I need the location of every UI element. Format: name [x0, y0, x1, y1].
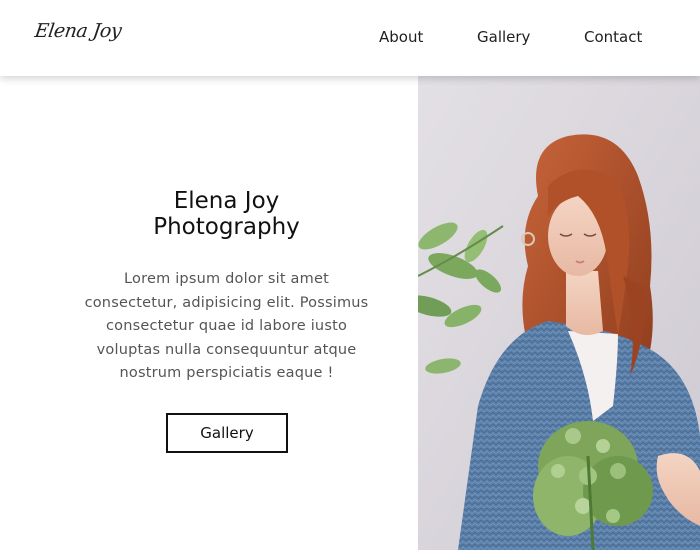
neck: [566, 271, 603, 335]
hero-description-line: consectetur quae id labore iusto: [105, 318, 348, 335]
site-header: Elena Joy About Gallery Contact: [0, 0, 700, 76]
hero-description-line: voluptas nulla consequuntur atque: [96, 341, 357, 358]
nav-link-gallery[interactable]: Gallery: [477, 28, 530, 46]
hero-title-line-1: Elena Joy: [173, 188, 280, 214]
hero-title-line-2: Photography: [153, 214, 300, 240]
hero-photo: [418, 76, 700, 550]
gallery-button[interactable]: Gallery: [166, 413, 288, 453]
page: Elena Joy About Gallery Contact Elena Jo…: [0, 0, 700, 550]
nav-link-contact[interactable]: Contact: [584, 28, 642, 46]
hero-description: Lorem ipsum dolor sit amet consectetur, …: [79, 268, 374, 386]
hero-description-line: consectetur, adipisicing elit. Possimus: [84, 294, 369, 311]
portrait-illustration: [418, 76, 700, 550]
hero-title: Elena Joy Photography: [0, 188, 453, 240]
hero-text-section: Elena Joy Photography Lorem ipsum dolor …: [0, 76, 418, 550]
hero-description-line: Lorem ipsum dolor sit amet: [124, 271, 329, 287]
site-logo[interactable]: Elena Joy: [33, 20, 122, 42]
hero-description-line: nostrum perspiciatis eaque !: [119, 365, 334, 382]
nav-link-about[interactable]: About: [379, 28, 423, 46]
